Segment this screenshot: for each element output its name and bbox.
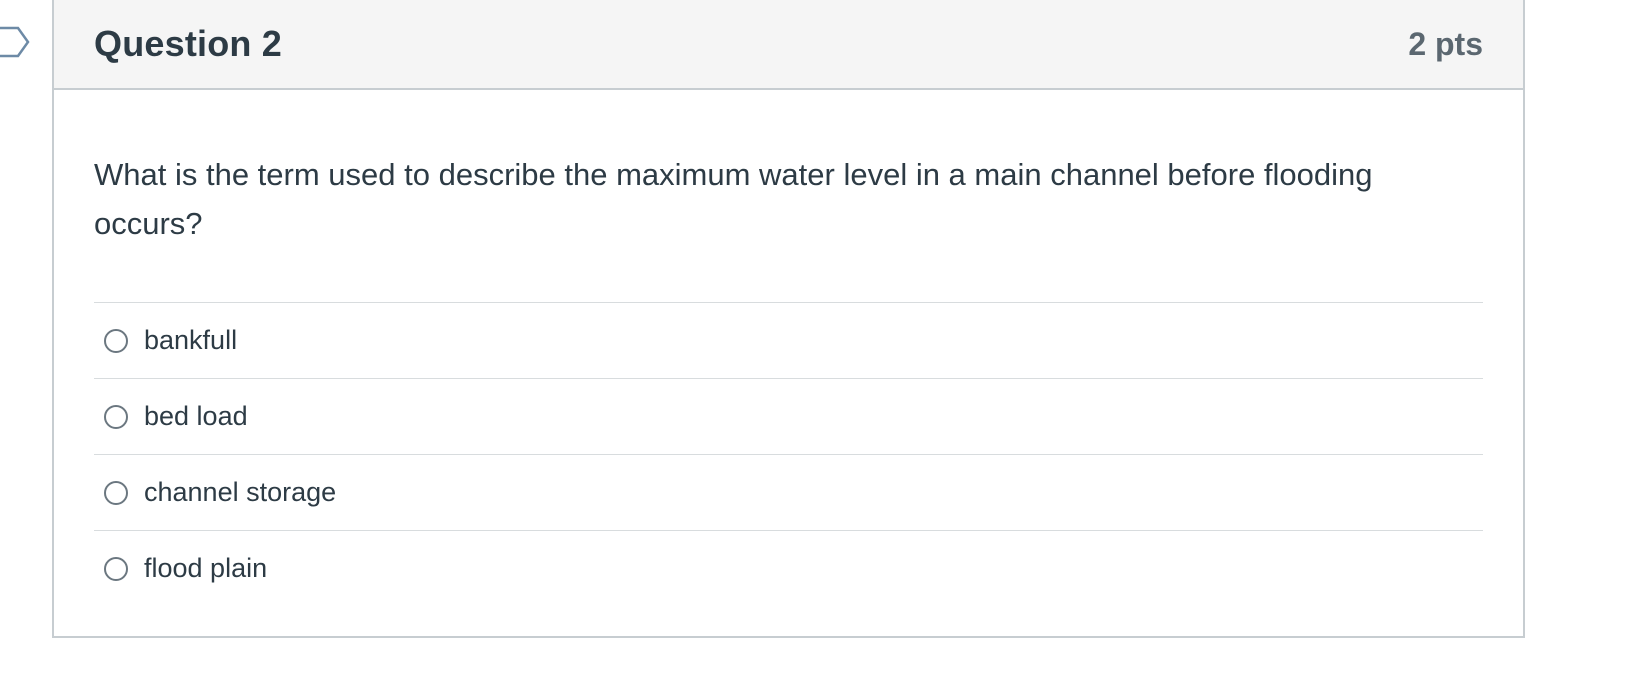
answer-option-bed-load[interactable]: bed load	[94, 379, 1483, 455]
question-text: What is the term used to describe the ma…	[94, 157, 1373, 241]
answer-label: bed load	[144, 401, 248, 431]
radio-button[interactable]	[104, 480, 128, 505]
answer-option-channel-storage[interactable]: channel storage	[94, 455, 1483, 531]
question-points: 2 pts	[1408, 25, 1483, 62]
answer-label: channel storage	[144, 477, 337, 507]
radio-button[interactable]	[104, 328, 128, 353]
radio-button[interactable]	[104, 556, 128, 581]
answer-label: flood plain	[144, 553, 268, 583]
answer-option-bankfull[interactable]: bankfull	[94, 303, 1483, 379]
answer-label: bankfull	[144, 325, 238, 355]
question-header: Question 2 2 pts	[54, 0, 1523, 90]
question-title: Question 2	[94, 23, 283, 64]
answer-option-flood-plain[interactable]: flood plain	[94, 531, 1483, 606]
quiz-page: Question 2 2 pts What is the term used t…	[0, 0, 1648, 686]
question-body: What is the term used to describe the ma…	[54, 90, 1523, 606]
flag-question-icon[interactable]	[0, 26, 34, 58]
answer-list: bankfull bed load channel storage flood …	[94, 302, 1483, 606]
question-card: Question 2 2 pts What is the term used t…	[52, 0, 1525, 638]
radio-button[interactable]	[104, 404, 128, 429]
